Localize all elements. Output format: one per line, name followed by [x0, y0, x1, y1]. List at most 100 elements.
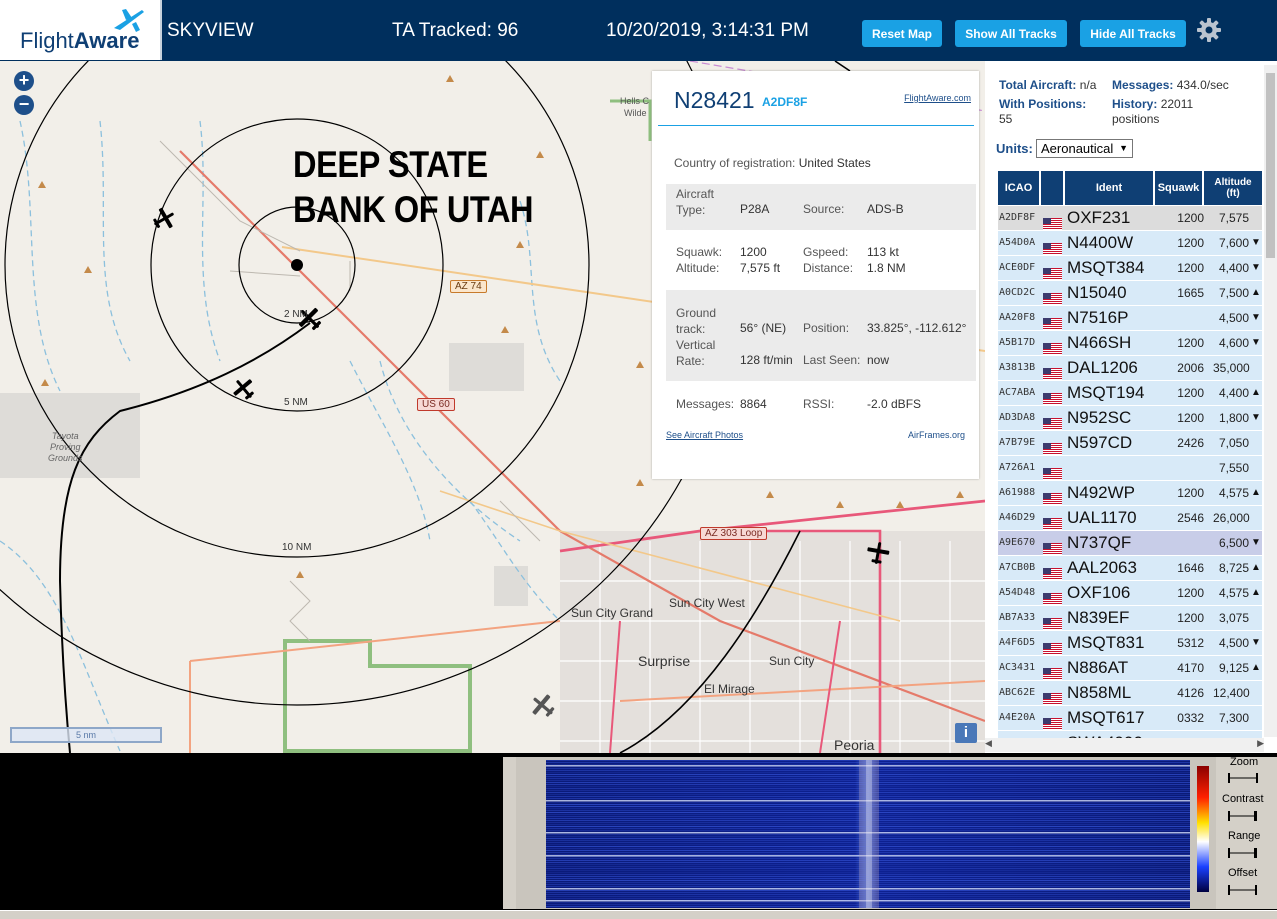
overlay-text-line2: BANK OF UTAH	[293, 189, 534, 230]
place-peoria: Peoria	[834, 737, 875, 753]
cell-altitude: 4,400	[1218, 261, 1249, 275]
panel-horizontal-scrollbar[interactable]: ◀ ▶	[985, 738, 1264, 752]
panel-vertical-scrollbar[interactable]	[1264, 65, 1277, 737]
cell-icao: A4E20A	[999, 712, 1036, 723]
range-label: Range	[1228, 830, 1261, 842]
col-icao[interactable]: ICAO	[998, 171, 1041, 205]
aircraft-icon[interactable]	[530, 693, 556, 719]
cell-altitude: 4,600	[1218, 336, 1249, 350]
zoom-out-button[interactable]: −	[14, 95, 34, 115]
messages-rate-value: 434.0/sec	[1176, 78, 1229, 92]
vrate-label: Vertical Rate:	[676, 338, 716, 368]
table-row[interactable]: A7B79E N597CD 2426 7,050	[998, 431, 1262, 456]
table-row[interactable]: AC3431 N886AT 4170 9,125 ▲	[998, 656, 1262, 681]
altitude-trend-icon: ▲	[1251, 387, 1261, 398]
scroll-left-icon[interactable]: ◀	[985, 738, 992, 749]
road-shield-az303: AZ 303 Loop	[700, 527, 768, 540]
cell-squawk: 1646	[1177, 561, 1204, 575]
range-slider[interactable]	[1228, 847, 1258, 859]
table-row[interactable]: A2DF8F OXF231 1200 7,575	[998, 206, 1262, 231]
map-info-icon[interactable]: i	[955, 723, 977, 743]
table-row[interactable]: A54D0A N4400W 1200 7,600 ▼	[998, 231, 1262, 256]
table-row[interactable]: A9E670 N737QF 6,500 ▼	[998, 531, 1262, 556]
cell-squawk	[1170, 531, 1204, 555]
history-unit: positions	[1112, 112, 1160, 126]
popup-hex: A2DF8F	[762, 95, 808, 109]
cell-altitude: 3,075	[1218, 611, 1249, 625]
aircraft-icon[interactable]	[152, 207, 176, 231]
cell-ident: N858ML	[1067, 683, 1132, 702]
table-row[interactable]: AB7A33 N839EF 1200 3,075	[998, 606, 1262, 631]
cell-altitude: 1,800	[1218, 411, 1249, 425]
source-label: Source:	[803, 202, 845, 216]
cell-ident: N737QF	[1067, 533, 1132, 552]
aircraft-track	[58, 322, 311, 753]
scrollbar-thumb[interactable]	[1266, 73, 1275, 258]
table-row[interactable]: AC7ABA MSQT194 1200 4,400 ▲	[998, 381, 1262, 406]
country-value: United States	[798, 156, 871, 170]
popup-registration: N28421	[674, 87, 755, 113]
hide-all-tracks-button[interactable]: Hide All Tracks	[1080, 20, 1186, 47]
table-row[interactable]: A4E20A MSQT617 0332 7,300	[998, 706, 1262, 731]
table-row[interactable]: A7CB0B AAL2063 1646 8,725 ▲	[998, 556, 1262, 581]
flightaware-link[interactable]: FlightAware.com	[904, 93, 971, 103]
distance-value: 1.8 NM	[867, 261, 906, 275]
table-row[interactable]: A5B17D N466SH 1200 4,600 ▼	[998, 331, 1262, 356]
cell-squawk: 2546	[1177, 511, 1204, 525]
cell-ident: OXF106	[1067, 583, 1131, 602]
aircraft-table-body: A2DF8F OXF231 1200 7,575 A54D0A N4400W 1200 7,6…	[998, 206, 1262, 738]
cell-altitude: 8,725	[1218, 561, 1249, 575]
aircraft-icon[interactable]	[866, 541, 890, 565]
table-row[interactable]: ACE0DF MSQT384 1200 4,400 ▼	[998, 256, 1262, 281]
flightaware-logo[interactable]: FlightAware	[0, 0, 162, 60]
cell-altitude: 26,000	[1213, 511, 1250, 525]
aircraft-type-value: P28A	[740, 202, 770, 216]
aircraft-photos-link[interactable]: See Aircraft Photos	[666, 430, 743, 440]
table-row[interactable]: A54D48 OXF106 1200 4,575 ▲	[998, 581, 1262, 606]
place-wilderness: Wilde	[624, 108, 647, 118]
place-surprise: Surprise	[638, 653, 691, 669]
airframes-link[interactable]: AirFrames.org	[908, 430, 965, 440]
aircraft-info-popup: N28421 A2DF8F FlightAware.com Country of…	[652, 71, 979, 479]
table-row[interactable]: A3813B DAL1206 2006 35,000	[998, 356, 1262, 381]
reset-map-button[interactable]: Reset Map	[862, 20, 942, 47]
table-row[interactable]: ABC62E N858ML 4126 12,400	[998, 681, 1262, 706]
messages-rate-label: Messages:	[1112, 78, 1174, 92]
land-parcel	[449, 343, 524, 391]
col-ident[interactable]: Ident	[1065, 171, 1155, 205]
vrate-value: 128 ft/min	[740, 353, 793, 367]
gspeed-label: Gspeed:	[803, 245, 849, 259]
table-row[interactable]: A61988 N492WP 1200 4,575 ▲	[998, 481, 1262, 506]
col-squawk[interactable]: Squawk	[1155, 171, 1204, 205]
contrast-label: Contrast	[1222, 793, 1264, 805]
settings-gear-icon[interactable]	[1196, 17, 1222, 43]
offset-slider[interactable]	[1228, 884, 1258, 896]
cell-altitude: 35,000	[1213, 361, 1250, 375]
col-altitude[interactable]: Altitude (ft)	[1204, 171, 1262, 205]
show-all-tracks-button[interactable]: Show All Tracks	[955, 20, 1067, 47]
scroll-right-icon[interactable]: ▶	[1257, 738, 1264, 749]
col-flag[interactable]	[1041, 171, 1065, 205]
table-row[interactable]: AD3DA8 N952SC 1200 1,800 ▼	[998, 406, 1262, 431]
zoom-in-button[interactable]: +	[14, 71, 34, 91]
cell-ident: OXF231	[1067, 208, 1131, 227]
cell-altitude: 5,900	[1213, 731, 1249, 738]
position-value: 33.825°, -112.612°	[867, 321, 967, 335]
cell-squawk: 1200	[1177, 411, 1204, 425]
contrast-slider[interactable]	[1228, 810, 1258, 822]
altitude-trend-icon: ▲	[1251, 731, 1261, 738]
cell-altitude: 9,125	[1218, 661, 1249, 675]
zoom-slider[interactable]	[1228, 772, 1258, 784]
table-row[interactable]: A46D29 UAL1170 2546 26,000	[998, 506, 1262, 531]
table-row[interactable]: ABC347 SWA4990 2604 5,900▲	[998, 731, 1262, 738]
color-scale-bar	[1197, 766, 1209, 892]
table-row[interactable]: A726A1 7,550	[998, 456, 1262, 481]
units-select[interactable]: Aeronautical ▼	[1036, 139, 1133, 158]
aircraft-icon[interactable]	[232, 377, 256, 401]
table-row[interactable]: AA20F8 N7516P 4,500 ▼	[998, 306, 1262, 331]
table-row[interactable]: A4F6D5 MSQT831 5312 4,500 ▼	[998, 631, 1262, 656]
altitude-trend-icon: ▼	[1251, 412, 1261, 423]
aircraft-track	[834, 61, 851, 72]
table-row[interactable]: A0CD2C N15040 1665 7,500 ▲	[998, 281, 1262, 306]
skyview-app: FlightAware SKYVIEW TA Tracked: 96 10/20…	[0, 0, 1277, 919]
